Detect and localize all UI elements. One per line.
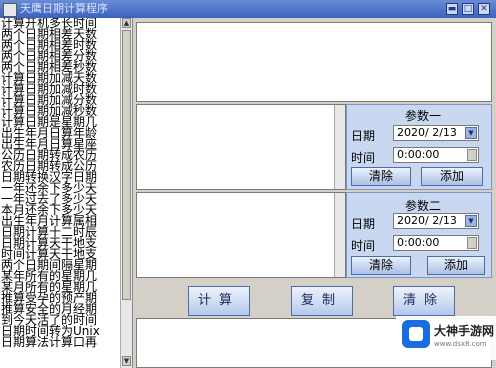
list-item[interactable]: 日期算法计算口再 [0,336,132,348]
param1-time-field[interactable]: 0:00:00 [393,147,479,163]
title-bar: 天鹰日期计算程序 ▬ □ ✕ [0,0,496,18]
scroll-up-icon[interactable]: ▲ [122,18,131,28]
param1-date-label: 日期 [351,129,376,143]
spinner-icon[interactable] [467,237,477,249]
param1-add-button[interactable]: 添加 [421,167,483,186]
param2-time-field[interactable]: 0:00:00 [393,235,479,251]
param2-title: 参数二 [405,199,442,213]
param1-group: 参数一 日期 2020/ 2/13 ▼ 时间 0:00:00 清除 添加 [346,104,492,190]
param2-date-picker[interactable]: 2020/ 2/13 ▼ [393,213,479,229]
copy-button[interactable]: 复制 [291,286,353,316]
param2-time-label: 时间 [351,239,376,253]
window-title: 天鹰日期计算程序 [20,2,108,15]
minimize-icon[interactable]: ▬ [446,3,458,15]
param1-scrollbar[interactable] [334,105,345,189]
watermark-logo [402,320,430,348]
param1-title: 参数一 [405,109,442,123]
param2-textbox[interactable] [136,192,346,278]
param2-scrollbar[interactable] [334,193,345,277]
watermark: 大神手游网 www.dsx8.com [396,316,496,360]
watermark-url: www.dsx8.com [434,340,487,348]
chevron-down-icon[interactable]: ▼ [465,127,477,139]
function-list-scrollbar[interactable]: ▲ ▼ [120,18,132,368]
param2-time-value: 0:00:00 [397,236,440,249]
param1-date-value: 2020/ 2/13 [397,126,457,139]
param1-time-value: 0:00:00 [397,148,440,161]
param2-group: 参数二 日期 2020/ 2/13 ▼ 时间 0:00:00 清除 添加 [346,192,492,278]
clear-button[interactable]: 清除 [393,286,455,316]
param1-date-picker[interactable]: 2020/ 2/13 ▼ [393,125,479,141]
param1-clear-button[interactable]: 清除 [351,167,411,186]
close-icon[interactable]: ✕ [478,3,490,15]
spinner-icon[interactable] [467,149,477,161]
function-list-items: 计算开机多长时间 两个日期相差天数 两个日期相差时数 两个日期相差分数 两个日期相差秒数… [0,18,132,348]
maximize-icon[interactable]: □ [462,3,474,15]
function-list[interactable]: 计算开机多长时间 两个日期相差天数 两个日期相差时数 两个日期相差分数 两个日期相差秒数… [0,18,133,368]
param2-clear-button[interactable]: 清除 [351,256,411,275]
param2-date-label: 日期 [351,217,376,231]
param1-time-label: 时间 [351,151,376,165]
calculate-button[interactable]: 计算 [188,286,250,316]
chevron-down-icon[interactable]: ▼ [465,215,477,227]
param1-textbox[interactable] [136,104,346,190]
param2-add-button[interactable]: 添加 [427,256,485,275]
scroll-down-icon[interactable]: ▼ [122,356,131,366]
app-icon [3,3,17,17]
result-textbox[interactable] [136,22,492,102]
param2-date-value: 2020/ 2/13 [397,214,457,227]
scroll-thumb[interactable] [122,30,131,300]
watermark-name: 大神手游网 [434,324,495,338]
